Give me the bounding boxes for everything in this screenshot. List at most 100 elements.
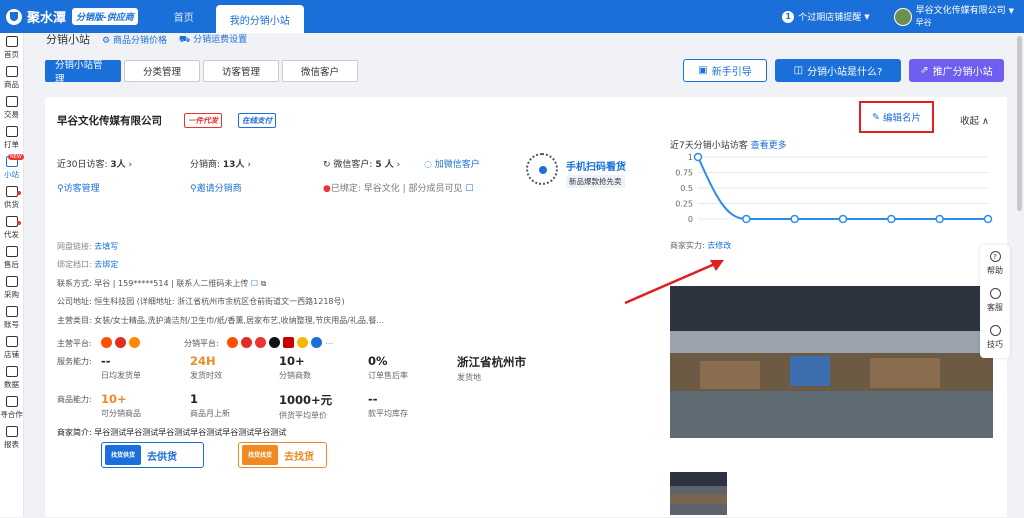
dropship-tag: 一件代发: [184, 113, 222, 128]
sidebar-item-cooperate[interactable]: 寻合作: [0, 393, 23, 423]
scrollbar[interactable]: [1017, 36, 1022, 211]
go-goods-button[interactable]: 找货找货 去找货: [238, 442, 327, 468]
goods-label: 商品能力:: [57, 395, 92, 404]
metric-ship-from: 浙江省杭州市 发货地: [457, 355, 526, 382]
refresh-icon: ↻: [323, 160, 331, 170]
data-point[interactable]: [742, 214, 751, 224]
sidebar-item-dropship[interactable]: 代发: [0, 213, 23, 243]
help-button[interactable]: ? 帮助: [980, 245, 1010, 282]
freight-link[interactable]: ⛟ 分销运费设置: [179, 32, 247, 46]
visitor-line-chart: 1 0.75 0.5 0.25 0: [675, 152, 993, 224]
sidebar-item-station[interactable]: NEW 小站: [0, 153, 24, 183]
chevron-up-icon: ∧: [982, 116, 990, 127]
data-point[interactable]: [838, 214, 848, 224]
sidebar-item-label: 账号: [4, 320, 19, 329]
data-point[interactable]: [887, 214, 896, 224]
avatar[interactable]: [893, 7, 912, 26]
visitors-stat[interactable]: 近30日访客: 3人 ›: [57, 157, 132, 170]
data-point[interactable]: [790, 214, 799, 224]
warehouse-photo[interactable]: [670, 286, 993, 438]
top-bar: 聚水潭 分销版-供应商 首页 我的分销小站 1 个过期店铺提醒 ▼ 早谷文化传媒…: [0, 0, 1024, 33]
invite-distributor-link[interactable]: ⚲邀请分销商: [190, 181, 242, 194]
purchase-icon: [5, 276, 18, 287]
sidebar-item-purchase[interactable]: 采购: [0, 273, 23, 303]
go-supply-button[interactable]: 找货供货 去供货: [101, 442, 204, 468]
dropship-icon: [5, 216, 18, 227]
data-point[interactable]: [983, 214, 993, 224]
y-tick-label: 0.25: [675, 200, 693, 209]
taobao-icon: [227, 337, 238, 348]
metric-avg-price: 1000+元 供货平均单价: [279, 393, 333, 420]
y-tick-label: 1: [688, 153, 693, 162]
company-name: 早谷文化传媒有限公司: [57, 115, 162, 127]
sidebar-item-goods[interactable]: 商品: [0, 63, 23, 93]
sidebar-item-home[interactable]: 首页: [0, 33, 23, 63]
brand-name: 聚水潭: [27, 11, 67, 26]
float-help-panel: ? 帮助 客服 技巧: [980, 245, 1010, 358]
copy-icon[interactable]: ⧉: [261, 279, 267, 288]
sidebar-item-print[interactable]: 打单: [0, 123, 23, 153]
sidebar-item-label: 首页: [4, 50, 19, 59]
qr-code[interactable]: [526, 153, 558, 185]
sidebar-item-supply[interactable]: 供货: [0, 183, 23, 213]
brand-tag: 分销版-供应商: [72, 8, 138, 25]
platform-icon: [311, 337, 322, 348]
chevron-down-icon[interactable]: ▼: [864, 13, 869, 21]
sidebar-item-label: 售后: [4, 260, 19, 269]
sidebar-item-data[interactable]: 数据: [0, 363, 23, 393]
pinduoduo-icon: [115, 337, 126, 348]
promote-station-button[interactable]: ⇗ 推广分销小站: [909, 59, 1004, 82]
customer-service-button[interactable]: 客服: [980, 282, 1010, 319]
dist-platform-label: 分销平台:: [184, 339, 219, 348]
collapse-button[interactable]: 收起 ∧: [960, 113, 989, 127]
stall-row: 绑定档口: 去绑定: [57, 260, 119, 269]
sidebar-item-aftersale[interactable]: 售后: [0, 243, 23, 273]
brand-logo[interactable]: 聚水潭 分销版-供应商: [6, 7, 138, 26]
metric-ship-time: 24H 发货时效: [190, 354, 222, 380]
sidebar-item-label: 小站: [4, 170, 19, 179]
platform-icon: [255, 337, 266, 348]
notice-text[interactable]: 个过期店铺提醒: [798, 10, 861, 23]
sidebar-item-trade[interactable]: 交易: [0, 93, 23, 123]
red-dot: [17, 221, 21, 225]
tab-visitor-manage[interactable]: 访客管理: [203, 60, 279, 82]
report-icon: [5, 426, 18, 437]
data-point[interactable]: [935, 214, 944, 224]
modify-merchant-link[interactable]: 去修改: [707, 241, 731, 250]
tab-wechat-customers[interactable]: 微信客户: [282, 60, 358, 82]
print-icon: [5, 126, 18, 137]
edit-icon[interactable]: ☐: [465, 184, 473, 194]
guide-button[interactable]: ▣ 新手引导: [683, 59, 767, 82]
fill-disk-link[interactable]: 去填写: [94, 242, 118, 251]
edit-card-button[interactable]: ✎ 编辑名片: [859, 101, 934, 133]
chevron-down-icon[interactable]: ▼: [1009, 7, 1014, 15]
user-company[interactable]: 早谷文化传媒有限公司: [916, 6, 1006, 16]
sidebar-item-account[interactable]: 账号: [0, 303, 23, 333]
supply-icon: [5, 186, 18, 197]
breadcrumb: 分销小站 ⚙ 商品分销价格 ⛟ 分销运费设置: [46, 31, 259, 47]
warehouse-thumbnail[interactable]: [670, 472, 727, 515]
notice-count-badge: 1: [782, 10, 795, 23]
tab-category-manage[interactable]: 分类管理: [124, 60, 200, 82]
nav-tab-home[interactable]: 首页: [160, 0, 208, 33]
edit-icon[interactable]: ☐: [251, 279, 258, 288]
shop-icon: [5, 336, 18, 347]
visitor-manage-link[interactable]: ⚲访客管理: [57, 181, 100, 194]
bind-stall-link[interactable]: 去绑定: [94, 260, 118, 269]
distributors-stat[interactable]: 分销商: 13人 ›: [190, 157, 251, 170]
sidebar-item-report[interactable]: 报表: [0, 423, 23, 453]
tips-button[interactable]: 技巧: [980, 319, 1010, 356]
sidebar-item-label: 供货: [4, 200, 19, 209]
add-wechat-link[interactable]: ◌ 加微信客户: [424, 157, 480, 170]
what-is-station-button[interactable]: ◫ 分销小站是什么?: [775, 59, 901, 82]
price-link[interactable]: ⚙ 商品分销价格: [102, 33, 167, 46]
data-point[interactable]: [693, 152, 703, 162]
sidebar-item-label: 店铺: [4, 350, 19, 359]
wechat-stat[interactable]: ↻ 微信客户: 5 人 ›: [323, 157, 400, 170]
view-more-link[interactable]: 查看更多: [751, 141, 787, 151]
tab-station-manage[interactable]: 分销小站管理: [45, 60, 121, 85]
main-platform-icons: [101, 337, 140, 348]
cooperate-icon: [5, 396, 18, 407]
nav-tab-my-station[interactable]: 我的分销小站: [215, 5, 304, 33]
sidebar-item-shop[interactable]: 店铺: [0, 333, 23, 363]
